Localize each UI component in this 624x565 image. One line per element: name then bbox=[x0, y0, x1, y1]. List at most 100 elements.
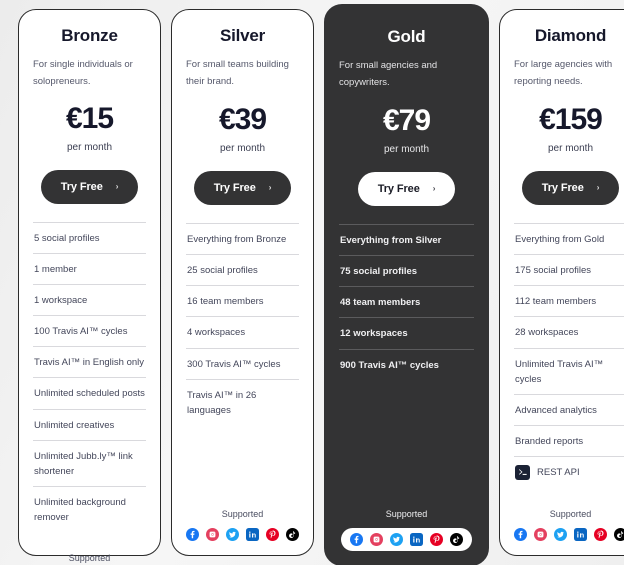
facebook-icon[interactable] bbox=[350, 533, 363, 546]
feature-label: 12 workspaces bbox=[340, 328, 408, 340]
try-free-button[interactable]: Try Free › bbox=[193, 170, 292, 205]
plan-name: Silver bbox=[219, 26, 266, 45]
feature-label: Unlimited Travis AI™ cycles bbox=[515, 358, 604, 385]
linkedin-icon[interactable] bbox=[246, 528, 259, 541]
plan-name: Diamond bbox=[534, 26, 607, 45]
twitter-icon[interactable] bbox=[226, 528, 239, 541]
feature-label: Unlimited Jubb.ly™ link shortener bbox=[34, 450, 133, 477]
social-networks-row bbox=[186, 528, 299, 541]
try-free-label: Try Free bbox=[213, 181, 256, 194]
feature-item: 300 Travis AI™ cycles bbox=[186, 347, 299, 379]
feature-label: REST API bbox=[537, 467, 580, 479]
plan-billing-period: per month bbox=[66, 141, 113, 153]
feature-item: REST API bbox=[514, 456, 624, 487]
social-networks-row bbox=[514, 528, 624, 541]
supported-label: Supported bbox=[549, 509, 592, 519]
plan-card-bronze: Bronze For single individuals or solopren… bbox=[18, 9, 161, 563]
plan-description: For single individuals or solopreneurs. bbox=[33, 59, 133, 87]
feature-label: 75 social profiles bbox=[340, 265, 418, 277]
feature-list: 5 social profiles 1 member 1 workspace 100 … bbox=[33, 221, 146, 533]
feature-item: 900 Travis AI™ cycles bbox=[339, 348, 474, 380]
feature-label: 4 workspaces bbox=[187, 327, 246, 339]
feature-item: Everything from Silver bbox=[339, 223, 474, 255]
cta-container: Try Free › bbox=[186, 170, 299, 205]
feature-item: Unlimited creatives bbox=[33, 408, 146, 440]
feature-label: Unlimited creatives bbox=[34, 419, 115, 431]
cta-container: Try Free › bbox=[339, 171, 474, 206]
feature-item: 100 Travis AI™ cycles bbox=[33, 315, 146, 346]
plan-billing-period: per month bbox=[383, 143, 430, 155]
feature-item: Travis AI™ in 26 languages bbox=[186, 378, 299, 425]
supported-section: Supported bbox=[186, 489, 299, 541]
feature-label: 5 social profiles bbox=[34, 232, 100, 244]
feature-label: 16 team members bbox=[187, 296, 264, 308]
tiktok-icon[interactable] bbox=[614, 528, 624, 541]
feature-label: Everything from Gold bbox=[515, 233, 605, 245]
feature-item: Unlimited Jubb.ly™ link shortener bbox=[33, 439, 146, 486]
supported-section: Supported bbox=[514, 489, 624, 541]
feature-label: Everything from Silver bbox=[340, 234, 442, 246]
feature-item: Everything from Gold bbox=[514, 222, 624, 254]
facebook-icon[interactable] bbox=[186, 528, 199, 541]
tiktok-icon[interactable] bbox=[450, 533, 463, 546]
plan-price: €79 bbox=[382, 104, 431, 138]
pinterest-icon[interactable] bbox=[430, 533, 443, 546]
supported-label: Supported bbox=[221, 509, 264, 519]
plan-card-diamond: Diamond For large agencies with reporting… bbox=[499, 9, 624, 556]
feature-item: 175 social profiles bbox=[514, 253, 624, 285]
feature-item: 28 workspaces bbox=[514, 316, 624, 347]
cta-container: Try Free › bbox=[33, 169, 146, 204]
feature-item: 1 member bbox=[33, 252, 146, 284]
feature-label: 900 Travis AI™ cycles bbox=[340, 359, 439, 371]
feature-list: Everything from Bronze 25 social profiles… bbox=[186, 222, 299, 425]
feature-label: 28 workspaces bbox=[515, 327, 579, 339]
linkedin-icon[interactable] bbox=[410, 533, 423, 546]
chevron-right-icon: › bbox=[432, 184, 436, 194]
pricing-plans-grid: Bronze For single individuals or solopren… bbox=[0, 0, 624, 565]
try-free-label: Try Free bbox=[541, 181, 584, 194]
facebook-icon[interactable] bbox=[514, 528, 527, 541]
try-free-button[interactable]: Try Free › bbox=[521, 170, 620, 205]
feature-label: 1 member bbox=[34, 263, 77, 275]
supported-section: Supported bbox=[33, 533, 146, 565]
twitter-icon[interactable] bbox=[554, 528, 567, 541]
pinterest-icon[interactable] bbox=[266, 528, 279, 541]
feature-item: 25 social profiles bbox=[186, 253, 299, 285]
try-free-button[interactable]: Try Free › bbox=[40, 169, 139, 204]
twitter-icon[interactable] bbox=[390, 533, 403, 546]
feature-item: Travis AI™ in English only bbox=[33, 346, 146, 377]
tiktok-icon[interactable] bbox=[286, 528, 299, 541]
feature-label: 48 team members bbox=[340, 297, 421, 309]
plan-description: For small teams building their brand. bbox=[186, 59, 289, 87]
feature-label: Everything from Bronze bbox=[187, 233, 287, 245]
pinterest-icon[interactable] bbox=[594, 528, 607, 541]
feature-item: Unlimited Travis AI™ cycles bbox=[514, 347, 624, 394]
supported-label: Supported bbox=[68, 552, 111, 563]
feature-label: Travis AI™ in 26 languages bbox=[187, 389, 257, 416]
plan-description: For small agencies and copywriters. bbox=[339, 60, 438, 88]
chevron-right-icon: › bbox=[268, 183, 272, 193]
plan-price: €39 bbox=[218, 103, 267, 137]
feature-item: 1 workspace bbox=[33, 283, 146, 315]
plan-billing-period: per month bbox=[547, 142, 594, 154]
instagram-icon[interactable] bbox=[534, 528, 547, 541]
feature-item: 5 social profiles bbox=[33, 221, 146, 253]
feature-item: 112 team members bbox=[514, 285, 624, 316]
feature-item: Branded reports bbox=[514, 425, 624, 456]
feature-label: 300 Travis AI™ cycles bbox=[187, 358, 281, 370]
feature-label: 175 social profiles bbox=[515, 264, 592, 276]
try-free-button[interactable]: Try Free › bbox=[357, 171, 456, 206]
supported-section: Supported bbox=[339, 489, 474, 551]
plan-description: For large agencies with reporting needs. bbox=[514, 59, 613, 87]
plan-card-gold: Gold For small agencies and copywriters. €… bbox=[324, 4, 489, 565]
plan-price: €159 bbox=[539, 103, 603, 137]
feature-item: Unlimited background remover bbox=[33, 486, 146, 532]
instagram-icon[interactable] bbox=[370, 533, 383, 546]
feature-item: 75 social profiles bbox=[339, 254, 474, 286]
cta-container: Try Free › bbox=[514, 170, 624, 205]
instagram-icon[interactable] bbox=[206, 528, 219, 541]
feature-item: Everything from Bronze bbox=[186, 222, 299, 254]
linkedin-icon[interactable] bbox=[574, 528, 587, 541]
feature-label: 112 team members bbox=[515, 296, 597, 308]
feature-label: Unlimited scheduled posts bbox=[34, 388, 145, 400]
